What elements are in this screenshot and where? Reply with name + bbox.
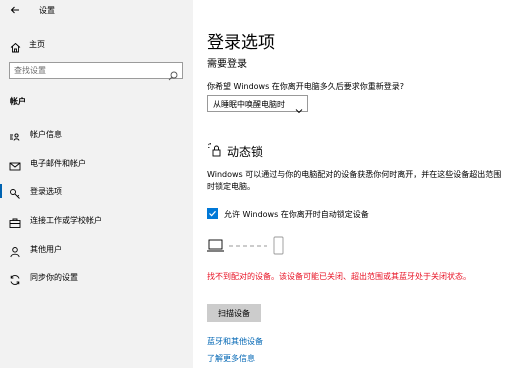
key-icon xyxy=(9,185,21,199)
dynamic-lock-description: Windows 可以通过与你的电脑配对的设备获悉你何时离开，并在这些设备超出范围… xyxy=(207,170,502,191)
sidebar-item-label: 电子邮件和帐户 xyxy=(30,159,86,168)
checkmark-icon xyxy=(209,210,216,217)
sidebar-item-home[interactable]: 主页 xyxy=(0,34,193,54)
pairing-error-message: 找不到配对的设备。该设备可能已关闭、超出范围或其蓝牙处于关闭状态。 xyxy=(207,272,471,281)
sidebar-item-label: 其他用户 xyxy=(30,245,62,254)
sidebar: 设置 主页 帐户 xyxy=(0,0,193,368)
briefcase-icon xyxy=(9,214,21,228)
sync-icon xyxy=(9,271,21,285)
sidebar-item-email[interactable]: 电子邮件和帐户 xyxy=(0,153,193,173)
sidebar-item-account-info[interactable]: 帐户信息 xyxy=(0,124,193,144)
require-sign-in-question: 你希望 Windows 在你离开电脑多久后要求你重新登录? xyxy=(207,82,405,91)
dynamic-lock-checkbox[interactable] xyxy=(207,208,218,219)
checkbox-label: 允许 Windows 在你离开时自动锁定设备 xyxy=(224,210,369,219)
title-bar: 设置 xyxy=(0,0,193,22)
sidebar-item-label: 连接工作或学校帐户 xyxy=(30,216,102,225)
sidebar-item-label: 主页 xyxy=(29,40,45,49)
settings-window: 设置 主页 帐户 xyxy=(0,0,513,368)
sidebar-item-other-users[interactable]: 其他用户 xyxy=(0,239,193,259)
learn-more-link[interactable]: 了解更多信息 xyxy=(207,353,255,364)
scan-devices-button[interactable]: 扫描设备 xyxy=(207,304,261,322)
require-sign-in-dropdown[interactable]: 从睡眠中唤醒电脑时 xyxy=(207,95,308,114)
section-subheading: 需要登录 xyxy=(207,59,247,70)
search-input[interactable] xyxy=(14,64,160,77)
dropdown-selected-value: 从睡眠中唤醒电脑时 xyxy=(213,100,285,109)
person-icon xyxy=(9,243,21,258)
app-title: 设置 xyxy=(39,6,55,15)
laptop-phone-pairing-icon xyxy=(207,236,287,258)
sidebar-item-sync[interactable]: 同步你的设置 xyxy=(0,267,193,287)
search-box[interactable] xyxy=(9,62,183,81)
search-icon[interactable] xyxy=(168,66,178,81)
sidebar-item-work-school[interactable]: 连接工作或学校帐户 xyxy=(0,210,193,230)
sidebar-item-label: 同步你的设置 xyxy=(30,273,78,282)
account-info-icon xyxy=(9,128,21,141)
active-indicator xyxy=(0,184,2,198)
back-arrow-icon[interactable] xyxy=(8,3,22,17)
sidebar-item-label: 登录选项 xyxy=(30,187,62,196)
dynamic-lock-checkbox-row[interactable]: 允许 Windows 在你离开时自动锁定设备 xyxy=(207,207,503,221)
sidebar-item-sign-in-options[interactable]: 登录选项 xyxy=(0,181,193,201)
sidebar-item-label: 帐户信息 xyxy=(30,130,62,139)
main-content: 登录选项 需要登录 你希望 Windows 在你离开电脑多久后要求你重新登录? … xyxy=(193,0,513,368)
dynamic-lock-icon xyxy=(207,142,223,158)
dynamic-lock-title: 动态锁 xyxy=(227,145,264,159)
page-title: 登录选项 xyxy=(207,33,275,53)
email-icon xyxy=(9,157,21,171)
chevron-down-icon xyxy=(295,100,303,114)
home-icon xyxy=(10,38,22,53)
section-header-accounts: 帐户 xyxy=(10,97,26,106)
bluetooth-devices-link[interactable]: 蓝牙和其他设备 xyxy=(207,336,263,347)
